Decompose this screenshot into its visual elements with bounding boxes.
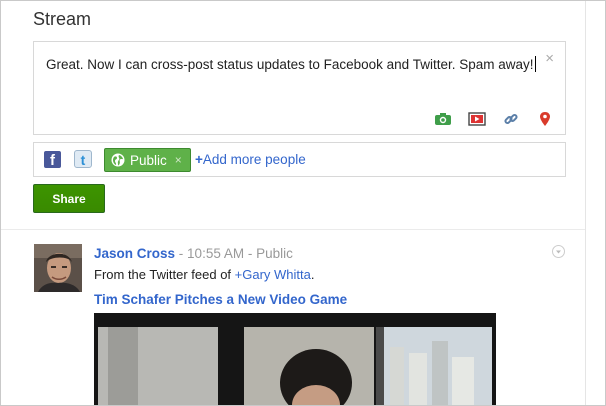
mention-link[interactable]: +Gary Whitta — [235, 267, 311, 282]
meta-separator: - — [244, 246, 257, 261]
globe-icon — [111, 153, 125, 167]
share-audience-bar: f t Public × +Add more people — [33, 142, 566, 177]
text-caret — [534, 56, 536, 72]
add-plus-icon: + — [195, 152, 203, 167]
location-pin-icon[interactable] — [535, 110, 555, 128]
camera-icon[interactable] — [433, 110, 453, 128]
close-icon[interactable]: × — [545, 50, 554, 67]
compose-toolbar — [433, 110, 555, 128]
video-icon[interactable] — [467, 110, 487, 128]
post-menu-chevron-icon[interactable] — [552, 245, 565, 258]
facebook-icon[interactable]: f — [44, 151, 61, 169]
status-compose-box[interactable]: Great. Now I can cross-post status updat… — [33, 41, 566, 135]
status-text-input[interactable]: Great. Now I can cross-post status updat… — [46, 56, 536, 72]
post-body: From the Twitter feed of +Gary Whitta. — [94, 267, 315, 282]
add-more-people-link[interactable]: +Add more people — [195, 152, 306, 167]
audience-chip-public[interactable]: Public × — [104, 148, 191, 172]
video-thumbnail[interactable] — [94, 313, 496, 405]
status-text: Great. Now I can cross-post status updat… — [46, 57, 534, 72]
page-title: Stream — [33, 9, 92, 29]
post-timestamp[interactable]: 10:55 AM — [187, 246, 244, 261]
stream-page: Stream Great. Now I can cross-post statu… — [0, 0, 606, 406]
link-icon[interactable] — [501, 110, 521, 128]
share-button[interactable]: Share — [33, 184, 105, 213]
meta-separator: - — [175, 246, 188, 261]
post-header: Jason Cross - 10:55 AM - Public — [94, 246, 293, 261]
audience-chip-label: Public — [130, 152, 167, 168]
remove-chip-icon[interactable]: × — [175, 153, 182, 167]
post-author-link[interactable]: Jason Cross — [94, 246, 175, 261]
twitter-icon[interactable]: t — [74, 150, 92, 168]
column-divider — [585, 1, 586, 405]
post-body-suffix: . — [310, 267, 315, 282]
avatar[interactable] — [34, 244, 82, 292]
stream-divider — [1, 229, 585, 230]
add-more-people-label: Add more people — [202, 152, 306, 167]
post-body-text: From the Twitter feed of — [94, 267, 235, 282]
shared-link-title[interactable]: Tim Schafer Pitches a New Video Game — [94, 292, 347, 307]
post-visibility[interactable]: Public — [256, 246, 293, 261]
